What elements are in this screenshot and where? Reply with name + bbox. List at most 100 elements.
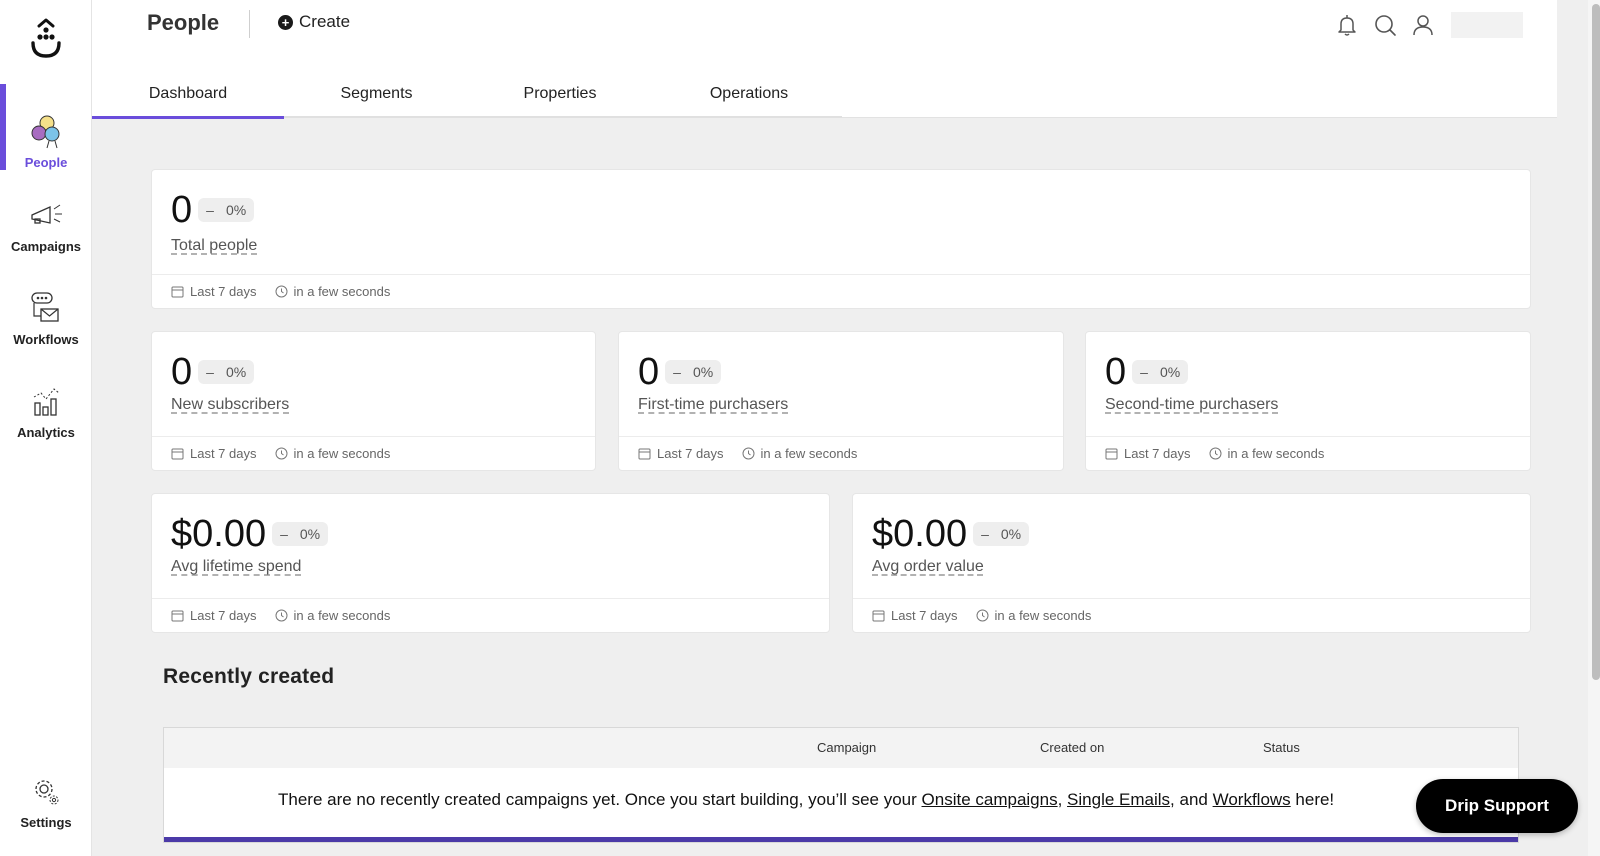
sidebar-label-campaigns: Campaigns xyxy=(10,239,82,254)
metric-label[interactable]: First-time purchasers xyxy=(638,396,788,414)
recently-created-title: Recently created xyxy=(163,665,335,688)
date-range: Last 7 days xyxy=(190,446,257,461)
metric-row: 0 –0% xyxy=(638,350,722,394)
drip-logo-icon[interactable] xyxy=(24,16,68,60)
metric-row: $0.00 –0% xyxy=(171,512,329,556)
delta-badge: –0% xyxy=(973,522,1030,546)
calendar-icon xyxy=(171,286,184,298)
sidebar: People Campaigns Workflows Analytics Set… xyxy=(0,0,92,856)
tab-operations[interactable]: Operations xyxy=(651,70,847,118)
recent-campaigns-table: Campaign Created on Status There are no … xyxy=(163,727,1519,843)
tab-properties[interactable]: Properties xyxy=(469,70,651,118)
empty-text-prefix: There are no recently created campaigns … xyxy=(278,790,922,809)
metric-card-new-subscribers: 0 –0% New subscribers Last 7 days in a f… xyxy=(151,331,596,471)
clock-icon xyxy=(1209,447,1221,460)
metric-label[interactable]: Total people xyxy=(171,237,257,255)
workflow-icon xyxy=(31,292,59,322)
page-title: People xyxy=(147,10,220,35)
sidebar-label-analytics: Analytics xyxy=(17,425,75,440)
tab-segments[interactable]: Segments xyxy=(284,70,469,118)
gear-icon xyxy=(35,780,59,805)
plus-circle-icon: + xyxy=(278,14,293,30)
column-header-created-on[interactable]: Created on xyxy=(1040,740,1104,755)
clock-icon xyxy=(742,447,754,460)
table-empty-row: There are no recently created campaigns … xyxy=(164,768,1518,838)
account-name-placeholder[interactable] xyxy=(1451,12,1523,38)
metric-card-avg-lifetime-spend: $0.00 –0% Avg lifetime spend Last 7 days… xyxy=(151,493,830,633)
onsite-campaigns-link[interactable]: Onsite campaigns xyxy=(922,790,1058,809)
metric-card-first-time-purchasers: 0 –0% First-time purchasers Last 7 days … xyxy=(618,331,1064,471)
sidebar-item-people[interactable]: People xyxy=(0,84,92,170)
metric-value: 0 xyxy=(171,189,193,231)
scrollbar-thumb[interactable] xyxy=(1592,4,1600,680)
sidebar-item-campaigns[interactable]: Campaigns xyxy=(0,170,92,254)
clock-icon xyxy=(275,447,287,460)
create-label: Create xyxy=(299,12,351,31)
metric-label[interactable]: Second-time purchasers xyxy=(1105,396,1278,414)
date-range: Last 7 days xyxy=(190,284,257,299)
metric-row: 0 –0% xyxy=(171,350,255,394)
delta-percent: 0% xyxy=(225,202,247,218)
card-footer: Last 7 days in a few seconds xyxy=(619,436,1063,470)
header-icons xyxy=(1335,12,1523,38)
calendar-icon xyxy=(171,610,184,622)
delta-badge: –0% xyxy=(665,360,722,384)
sidebar-item-workflows[interactable]: Workflows xyxy=(0,263,92,347)
delta-badge: –0% xyxy=(1132,360,1189,384)
search-icon[interactable] xyxy=(1373,13,1397,37)
delta-badge: –0% xyxy=(198,360,255,384)
header: People + Create Dashboard Segments Prope… xyxy=(92,0,1557,119)
metric-row: 0 –0% xyxy=(171,188,255,232)
tabs: Dashboard Segments Properties Operations xyxy=(92,70,847,119)
sidebar-item-settings[interactable]: Settings xyxy=(0,746,92,830)
user-icon[interactable] xyxy=(1411,13,1435,37)
create-button[interactable]: + Create xyxy=(278,12,350,32)
sidebar-label-people: People xyxy=(24,155,68,170)
card-footer: Last 7 days in a few seconds xyxy=(1086,436,1530,470)
analytics-icon xyxy=(33,388,60,416)
single-emails-link[interactable]: Single Emails xyxy=(1067,790,1170,809)
drip-support-button[interactable]: Drip Support xyxy=(1416,779,1578,833)
tab-dashboard[interactable]: Dashboard xyxy=(92,70,284,119)
clock-icon xyxy=(976,609,988,622)
date-range: Last 7 days xyxy=(657,446,724,461)
megaphone-icon xyxy=(31,204,62,224)
metric-card-total-people: 0 –0% Total people Last 7 days in a few … xyxy=(151,169,1531,309)
delta-dash: – xyxy=(981,526,989,542)
empty-text-suffix: here! xyxy=(1290,790,1335,809)
card-footer: Last 7 days in a few seconds xyxy=(152,274,1530,308)
delta-dash: – xyxy=(206,202,214,218)
metric-label[interactable]: Avg lifetime spend xyxy=(171,558,301,576)
metric-label[interactable]: Avg order value xyxy=(872,558,984,576)
updated-time: in a few seconds xyxy=(293,608,391,623)
sidebar-item-analytics[interactable]: Analytics xyxy=(0,356,92,440)
metric-label[interactable]: New subscribers xyxy=(171,396,289,414)
empty-state-message: There are no recently created campaigns … xyxy=(278,790,1334,810)
calendar-icon xyxy=(1105,448,1118,460)
delta-dash: – xyxy=(673,364,681,380)
metric-row: $0.00 –0% xyxy=(872,512,1030,556)
metric-row: 0 –0% xyxy=(1105,350,1189,394)
calendar-icon xyxy=(171,448,184,460)
metric-value: $0.00 xyxy=(872,513,968,555)
delta-percent: 0% xyxy=(225,364,247,380)
updated-time: in a few seconds xyxy=(293,446,391,461)
column-header-campaign[interactable]: Campaign xyxy=(817,740,876,755)
column-header-status[interactable]: Status xyxy=(1263,740,1300,755)
card-footer: Last 7 days in a few seconds xyxy=(152,598,829,632)
delta-percent: 0% xyxy=(299,526,321,542)
updated-time: in a few seconds xyxy=(1227,446,1325,461)
delta-badge: –0% xyxy=(272,522,329,546)
title-divider xyxy=(249,10,250,38)
bell-icon[interactable] xyxy=(1335,13,1359,37)
calendar-icon xyxy=(638,448,651,460)
delta-dash: – xyxy=(206,364,214,380)
card-footer: Last 7 days in a few seconds xyxy=(853,598,1530,632)
updated-time: in a few seconds xyxy=(994,608,1092,623)
workflows-link[interactable]: Workflows xyxy=(1213,790,1291,809)
sidebar-label-workflows: Workflows xyxy=(13,332,79,347)
sidebar-label-settings: Settings xyxy=(20,815,72,830)
people-icon xyxy=(31,115,60,149)
delta-dash: – xyxy=(280,526,288,542)
delta-percent: 0% xyxy=(1000,526,1022,542)
